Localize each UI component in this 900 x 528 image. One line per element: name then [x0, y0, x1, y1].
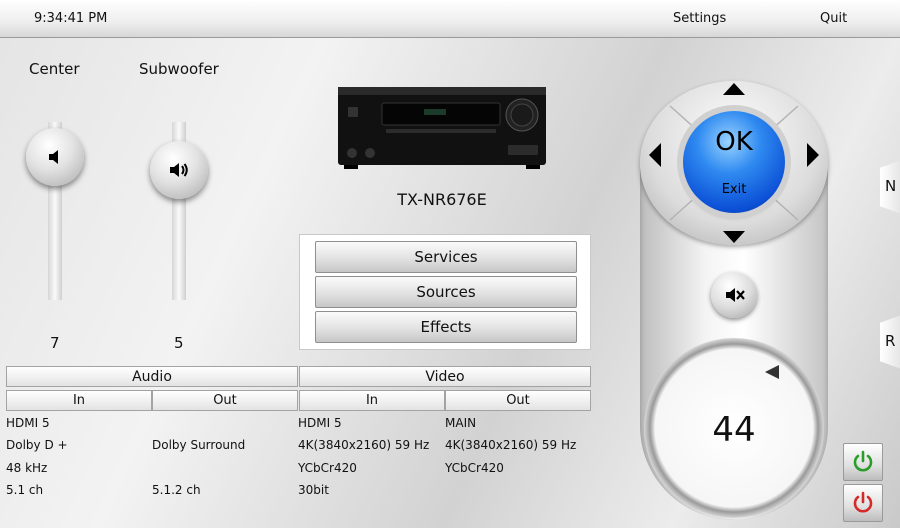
menu-panel: Services Sources Effects	[299, 234, 591, 350]
services-button[interactable]: Services	[315, 241, 577, 273]
ok-button[interactable]: OK Exit	[683, 111, 785, 213]
video-out-color: YCbCr420	[445, 461, 504, 475]
device-model: TX-NR676E	[397, 190, 487, 209]
audio-in-channels: 5.1 ch	[6, 483, 44, 497]
video-out-resolution: 4K(3840x2160) 59 Hz	[445, 438, 577, 452]
subwoofer-value: 5	[174, 334, 184, 352]
arrow-right-icon[interactable]	[806, 142, 820, 168]
video-in-depth: 30bit	[298, 483, 329, 497]
side-tab-r[interactable]: R	[880, 312, 900, 372]
video-in-header: In	[299, 390, 445, 411]
mute-icon	[726, 288, 745, 302]
subwoofer-label: Subwoofer	[139, 60, 219, 78]
center-value: 7	[50, 334, 60, 352]
power-off-button[interactable]	[843, 484, 883, 522]
audio-in-header: In	[6, 390, 152, 411]
sources-button[interactable]: Sources	[315, 276, 577, 308]
speaker-mid-icon	[170, 163, 188, 177]
video-out-output: MAIN	[445, 416, 477, 430]
video-in-color: YCbCr420	[298, 461, 357, 475]
power-on-button[interactable]	[843, 443, 883, 481]
quit-button[interactable]: Quit	[820, 11, 847, 26]
video-in-resolution: 4K(3840x2160) 59 Hz	[298, 438, 430, 452]
power-off-icon	[853, 491, 873, 513]
video-out-header: Out	[445, 390, 591, 411]
ok-label: OK	[715, 127, 753, 157]
audio-header: Audio	[6, 366, 298, 387]
clock: 9:34:41 PM	[34, 11, 108, 26]
receiver-image	[338, 87, 546, 169]
audio-out-format: Dolby Surround	[152, 438, 246, 452]
arrow-down-icon[interactable]	[722, 230, 746, 244]
audio-in-input: HDMI 5	[6, 416, 50, 430]
settings-button[interactable]: Settings	[673, 11, 726, 26]
side-tab-r-label: R	[885, 332, 896, 350]
video-in-input: HDMI 5	[298, 416, 342, 430]
audio-out-channels: 5.1.2 ch	[152, 483, 201, 497]
power-on-icon	[853, 450, 873, 472]
center-level-knob[interactable]	[26, 128, 84, 186]
volume-indicator-icon	[765, 365, 779, 379]
center-label: Center	[29, 60, 80, 78]
audio-in-format: Dolby D +	[6, 438, 68, 452]
mute-button[interactable]	[711, 272, 757, 318]
side-tab-n-label: N	[885, 177, 897, 195]
top-bar: 9:34:41 PM Settings Quit	[0, 0, 900, 38]
exit-button[interactable]: Exit	[683, 182, 785, 197]
arrow-up-icon[interactable]	[722, 82, 746, 96]
subwoofer-level-knob[interactable]	[150, 141, 208, 199]
volume-value: 44	[712, 410, 756, 450]
video-header: Video	[299, 366, 591, 387]
speaker-low-icon	[49, 150, 58, 164]
side-tab-n[interactable]: N	[880, 157, 900, 217]
audio-out-header: Out	[152, 390, 298, 411]
effects-button[interactable]: Effects	[315, 311, 577, 343]
arrow-left-icon[interactable]	[648, 142, 662, 168]
audio-in-frequency: 48 kHz	[6, 461, 48, 475]
